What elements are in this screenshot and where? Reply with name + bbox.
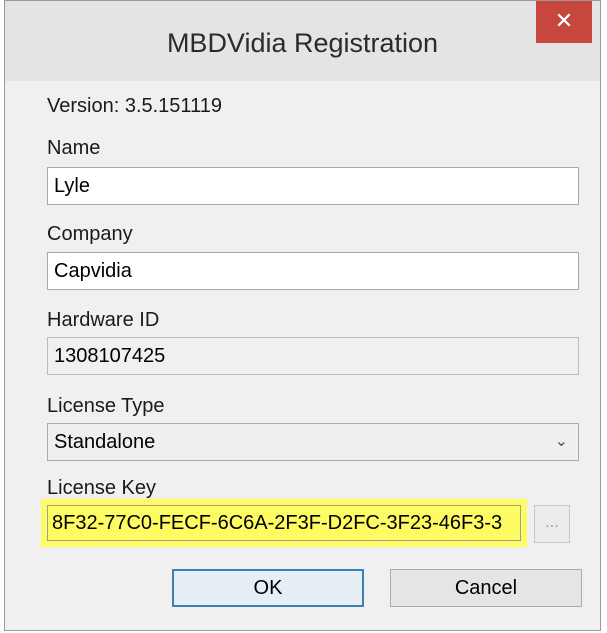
license-type-label: License Type <box>47 395 165 417</box>
version-label: Version: 3.5.151119 <box>47 95 222 117</box>
hardware-id-field[interactable]: 1308107425 <box>47 337 579 375</box>
close-icon: ✕ <box>554 8 574 33</box>
company-field[interactable]: Capvidia <box>47 252 579 290</box>
registration-dialog: MBDVidia Registration ✕ Version: 3.5.151… <box>4 0 601 631</box>
license-type-select[interactable]: Standalone ⌄ <box>47 423 579 461</box>
license-key-field[interactable]: 8F32-77C0-FECF-6C6A-2F3F-D2FC-3F23-46F3-… <box>47 505 521 541</box>
license-key-label: License Key <box>47 477 156 499</box>
hardware-id-label: Hardware ID <box>47 309 160 331</box>
license-type-value: Standalone <box>54 431 156 453</box>
ok-button[interactable]: OK <box>172 569 364 607</box>
close-button[interactable]: ✕ <box>536 1 592 43</box>
title-bar: MBDVidia Registration ✕ <box>5 1 600 81</box>
company-label: Company <box>47 223 133 245</box>
browse-button[interactable]: ... <box>534 505 570 543</box>
name-label: Name <box>47 137 101 159</box>
dialog-body: Version: 3.5.151119 Name Lyle Company Ca… <box>17 81 588 622</box>
cancel-button[interactable]: Cancel <box>390 569 582 607</box>
chevron-down-icon: ⌄ <box>554 433 568 450</box>
name-field[interactable]: Lyle <box>47 167 579 205</box>
dialog-title: MBDVidia Registration <box>166 28 439 58</box>
license-key-highlight: 8F32-77C0-FECF-6C6A-2F3F-D2FC-3F23-46F3-… <box>41 499 527 547</box>
